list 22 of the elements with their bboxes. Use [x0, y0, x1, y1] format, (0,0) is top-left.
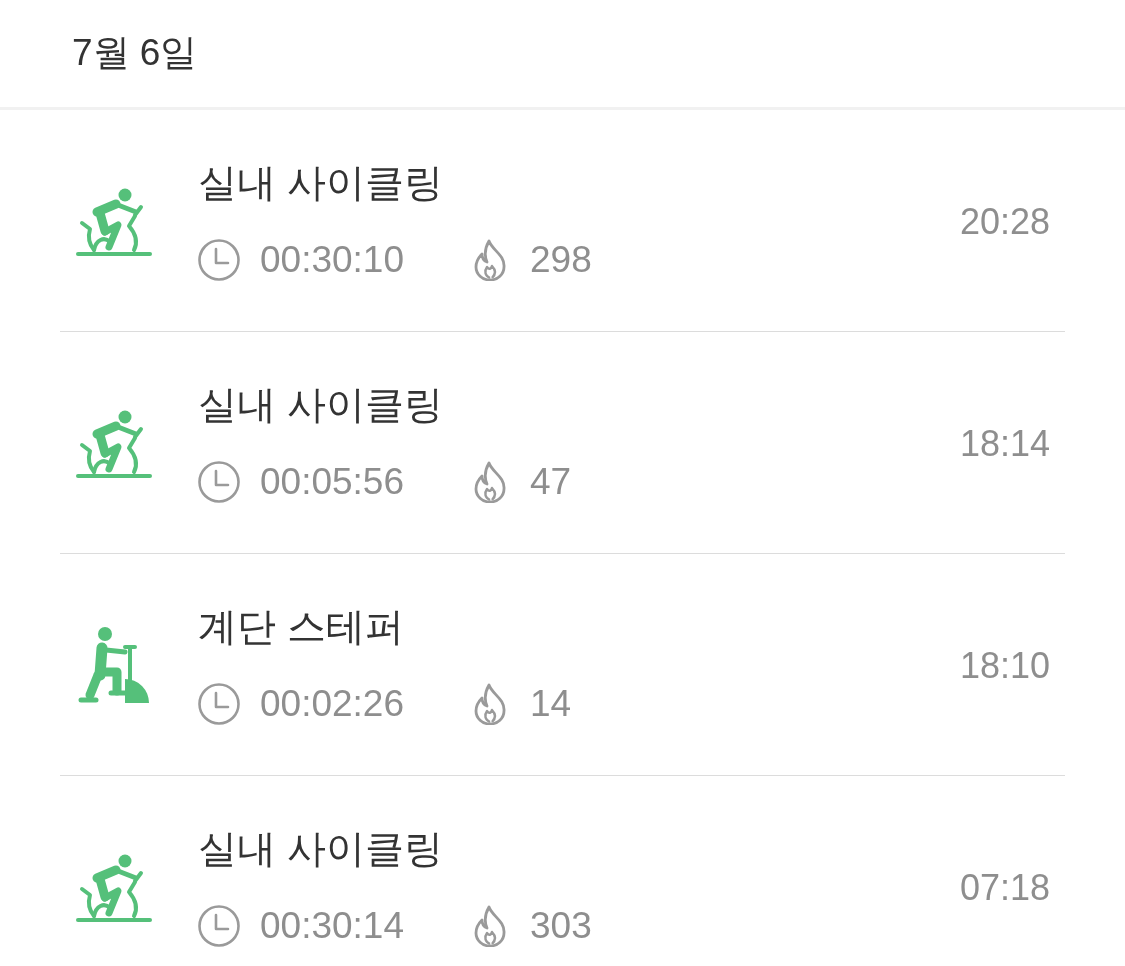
- clock-icon: [198, 461, 240, 503]
- start-time: 18:10: [959, 643, 1050, 688]
- duration-text: 00:30:10: [260, 238, 405, 282]
- start-time: 20:28: [959, 199, 1050, 244]
- duration-text: 00:02:26: [260, 682, 405, 726]
- stair-stepper-icon: [76, 625, 152, 706]
- date-heading: 7월 6일: [72, 31, 198, 76]
- calories-text: 47: [530, 460, 572, 504]
- duration-text: 00:05:56: [260, 460, 405, 504]
- start-time: 18:14: [959, 421, 1050, 466]
- clock-icon: [198, 905, 240, 947]
- workout-title: 실내 사이클링: [198, 160, 443, 206]
- workout-title: 실내 사이클링: [198, 826, 443, 872]
- calories-text: 298: [530, 238, 592, 282]
- workout-title: 실내 사이클링: [198, 382, 443, 428]
- duration-text: 00:30:14: [260, 904, 405, 948]
- clock-icon: [198, 683, 240, 725]
- calories-text: 14: [530, 682, 572, 726]
- start-time: 07:18: [959, 865, 1050, 910]
- workout-title: 계단 스테퍼: [198, 604, 404, 650]
- calories-text: 303: [530, 904, 592, 948]
- clock-icon: [198, 239, 240, 281]
